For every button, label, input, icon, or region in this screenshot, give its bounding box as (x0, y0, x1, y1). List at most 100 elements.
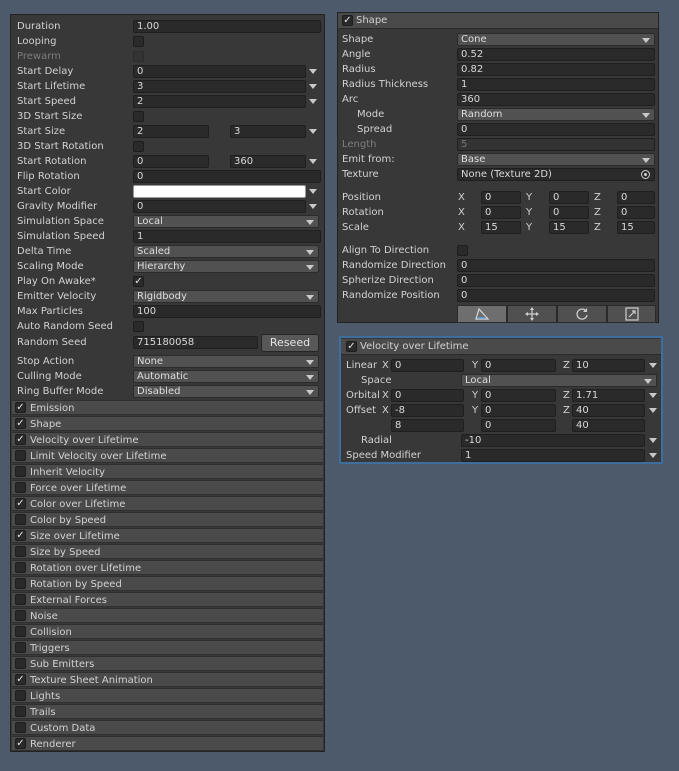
simulation-speed-field[interactable]: 1 (133, 230, 321, 243)
orbital-x-field[interactable]: 0 (391, 389, 464, 402)
shape-type-dropdown[interactable]: Cone (457, 33, 655, 46)
dropdown-arrow-icon[interactable] (309, 99, 317, 104)
stop-action-dropdown[interactable]: None (133, 355, 319, 368)
dropdown-arrow-icon[interactable] (649, 363, 657, 368)
culling-mode-dropdown[interactable]: Automatic (133, 370, 319, 383)
velocity-module-header[interactable]: ✓ Velocity over Lifetime (341, 339, 661, 355)
angle-field[interactable]: 0.52 (457, 48, 655, 61)
start-size-min-field[interactable]: 2 (133, 125, 209, 138)
space-dropdown[interactable]: Local (461, 374, 657, 387)
orbital-z-field[interactable]: 1.71 (572, 389, 645, 402)
module-size-over-lifetime[interactable]: ✓ Size over Lifetime (12, 528, 323, 543)
arc-spread-field[interactable]: 0 (457, 123, 655, 136)
shape-module-header[interactable]: ✓ Shape (338, 13, 658, 29)
module-checkbox[interactable] (15, 658, 26, 669)
dropdown-arrow-icon[interactable] (309, 69, 317, 74)
module-checkbox[interactable] (15, 626, 26, 637)
rotate-shape-button[interactable] (557, 305, 607, 323)
position-y-field[interactable]: 0 (549, 191, 589, 204)
reseed-button[interactable]: Reseed (261, 334, 319, 352)
module-custom-data[interactable]: Custom Data (12, 720, 323, 735)
dropdown-arrow-icon[interactable] (649, 438, 657, 443)
rotation-z-field[interactable]: 0 (617, 206, 655, 219)
rotation-y-field[interactable]: 0 (549, 206, 589, 219)
offset-x-max-field[interactable]: 8 (391, 419, 464, 432)
radius-field[interactable]: 0.82 (457, 63, 655, 76)
start-speed-field[interactable]: 2 (133, 95, 306, 108)
module-checkbox[interactable] (15, 642, 26, 653)
module-color-over-lifetime[interactable]: ✓ Color over Lifetime (12, 496, 323, 511)
scale-y-field[interactable]: 15 (549, 221, 589, 234)
offset-x-field[interactable]: -8 (391, 404, 464, 417)
looping-checkbox[interactable] (133, 36, 144, 47)
linear-x-field[interactable]: 0 (391, 359, 464, 372)
offset-y-field[interactable]: 0 (481, 404, 556, 417)
delta-time-dropdown[interactable]: Scaled (133, 245, 319, 258)
randomize-direction-field[interactable]: 0 (457, 259, 655, 272)
scale-x-field[interactable]: 15 (481, 221, 521, 234)
scale-z-field[interactable]: 15 (617, 221, 655, 234)
module-checkbox[interactable]: ✓ (15, 530, 26, 541)
module-collision[interactable]: Collision (12, 624, 323, 639)
object-picker-icon[interactable] (641, 170, 650, 179)
module-checkbox[interactable] (15, 706, 26, 717)
radial-field[interactable]: -10 (461, 434, 645, 447)
module-force-over-lifetime[interactable]: Force over Lifetime (12, 480, 323, 495)
position-z-field[interactable]: 0 (617, 191, 655, 204)
edit-shape-button[interactable] (457, 305, 507, 323)
module-trails[interactable]: Trails (12, 704, 323, 719)
3d-start-size-checkbox[interactable] (133, 111, 144, 122)
module-lights[interactable]: Lights (12, 688, 323, 703)
module-checkbox[interactable]: ✓ (15, 498, 26, 509)
module-limit-velocity-over-lifetime[interactable]: Limit Velocity over Lifetime (12, 448, 323, 463)
module-checkbox[interactable] (15, 594, 26, 605)
module-noise[interactable]: Noise (12, 608, 323, 623)
module-shape[interactable]: ✓ Shape (12, 416, 323, 431)
arc-field[interactable]: 360 (457, 93, 655, 106)
module-checkbox[interactable] (15, 482, 26, 493)
dropdown-arrow-icon[interactable] (309, 189, 317, 194)
module-renderer[interactable]: ✓ Renderer (12, 736, 323, 751)
offset-z-field[interactable]: 40 (572, 404, 645, 417)
module-velocity-over-lifetime[interactable]: ✓ Velocity over Lifetime (12, 432, 323, 447)
dropdown-arrow-icon[interactable] (309, 204, 317, 209)
start-color-swatch[interactable] (133, 185, 306, 198)
module-external-forces[interactable]: External Forces (12, 592, 323, 607)
ring-buffer-mode-dropdown[interactable]: Disabled (133, 385, 319, 398)
play-on-awake-checkbox[interactable]: ✓ (133, 276, 144, 287)
duration-field[interactable]: 1.00 (133, 20, 321, 33)
radius-thickness-field[interactable]: 1 (457, 78, 655, 91)
align-to-direction-checkbox[interactable] (457, 245, 468, 256)
module-checkbox[interactable] (15, 450, 26, 461)
module-size-by-speed[interactable]: Size by Speed (12, 544, 323, 559)
spherize-direction-field[interactable]: 0 (457, 274, 655, 287)
start-delay-field[interactable]: 0 (133, 65, 306, 78)
prewarm-checkbox[interactable] (133, 51, 144, 62)
module-checkbox[interactable] (15, 562, 26, 573)
simulation-space-dropdown[interactable]: Local (133, 215, 319, 228)
emit-from-dropdown[interactable]: Base (457, 153, 655, 166)
position-x-field[interactable]: 0 (481, 191, 521, 204)
random-seed-field[interactable]: 715180058 (133, 336, 258, 349)
flip-rotation-field[interactable]: 0 (133, 170, 321, 183)
dropdown-arrow-icon[interactable] (309, 84, 317, 89)
dropdown-arrow-icon[interactable] (649, 408, 657, 413)
module-checkbox[interactable]: ✓ (15, 738, 26, 749)
offset-y-max-field[interactable]: 0 (481, 419, 556, 432)
module-emission[interactable]: ✓ Emission (12, 400, 323, 415)
module-triggers[interactable]: Triggers (12, 640, 323, 655)
start-lifetime-field[interactable]: 3 (133, 80, 306, 93)
length-field[interactable]: 5 (457, 138, 655, 151)
module-inherit-velocity[interactable]: Inherit Velocity (12, 464, 323, 479)
module-checkbox[interactable] (15, 514, 26, 525)
dropdown-arrow-icon[interactable] (649, 393, 657, 398)
gravity-modifier-field[interactable]: 0 (133, 200, 306, 213)
module-texture-sheet-animation[interactable]: ✓ Texture Sheet Animation (12, 672, 323, 687)
module-checkbox[interactable]: ✓ (15, 434, 26, 445)
scaling-mode-dropdown[interactable]: Hierarchy (133, 260, 319, 273)
linear-z-field[interactable]: 10 (572, 359, 645, 372)
shape-module-checkbox[interactable]: ✓ (342, 15, 353, 26)
start-rotation-max-field[interactable]: 360 (230, 155, 306, 168)
module-checkbox[interactable] (15, 466, 26, 477)
module-checkbox[interactable]: ✓ (15, 402, 26, 413)
